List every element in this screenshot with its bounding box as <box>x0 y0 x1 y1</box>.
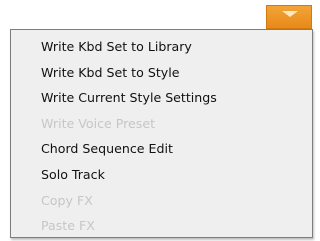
menu-item-write-kbd-set-to-style[interactable]: Write Kbd Set to Style <box>11 60 312 86</box>
menu-item-list: Write Kbd Set to Library Write Kbd Set t… <box>11 34 312 239</box>
menu-item-write-kbd-set-to-library[interactable]: Write Kbd Set to Library <box>11 34 312 60</box>
menu-item-solo-track[interactable]: Solo Track <box>11 162 312 188</box>
menu-item-paste-fx: Paste FX <box>41 218 95 234</box>
page-menu-button[interactable] <box>266 5 312 29</box>
page-menu-dropdown: Write Kbd Set to Library Write Kbd Set t… <box>10 29 313 238</box>
menu-item-chord-sequence-edit[interactable]: Chord Sequence Edit <box>11 136 312 162</box>
menu-item-copy-fx: Copy FX <box>41 192 93 208</box>
page-menu-screen: Write Kbd Set to Library Write Kbd Set t… <box>0 0 316 241</box>
menu-item-write-current-style-settings[interactable]: Write Current Style Settings <box>11 85 312 111</box>
menu-item-write-voice-preset: Write Voice Preset <box>41 115 156 131</box>
chevron-down-icon <box>282 11 298 17</box>
